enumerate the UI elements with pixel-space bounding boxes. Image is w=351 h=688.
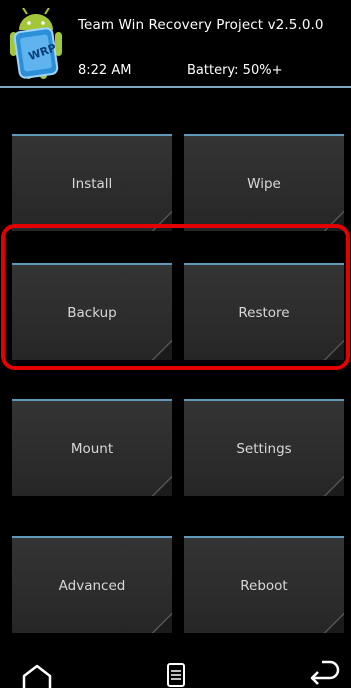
restore-button-label: Restore [238, 304, 290, 321]
home-icon[interactable] [20, 650, 54, 688]
backup-button-label: Backup [67, 304, 117, 321]
back-icon[interactable] [308, 650, 342, 688]
clock: 8:22 AM [78, 63, 132, 78]
mount-button[interactable]: Mount [12, 399, 172, 496]
install-button-label: Install [71, 175, 113, 192]
twrp-logo-icon: WRP [10, 8, 62, 79]
header-divider [0, 86, 351, 88]
app-title: Team Win Recovery Project v2.5.0.0 [78, 17, 324, 33]
battery-status: Battery: 50%+ [187, 63, 283, 78]
wipe-button[interactable]: Wipe [184, 134, 344, 231]
settings-button-label: Settings [236, 440, 292, 457]
mount-button-label: Mount [70, 440, 114, 457]
reboot-button-label: Reboot [240, 577, 288, 594]
backup-button[interactable]: Backup [12, 263, 172, 360]
status-header: WRP Team Win Recovery Project v2.5.0.0 8… [0, 0, 351, 86]
advanced-button-label: Advanced [58, 577, 126, 594]
install-button[interactable]: Install [12, 134, 172, 231]
reboot-button[interactable]: Reboot [184, 536, 344, 633]
navigation-bar [0, 650, 351, 688]
restore-button[interactable]: Restore [184, 263, 344, 360]
wipe-button-label: Wipe [247, 175, 281, 192]
advanced-button[interactable]: Advanced [12, 536, 172, 633]
settings-button[interactable]: Settings [184, 399, 344, 496]
log-console-icon[interactable] [166, 650, 186, 688]
